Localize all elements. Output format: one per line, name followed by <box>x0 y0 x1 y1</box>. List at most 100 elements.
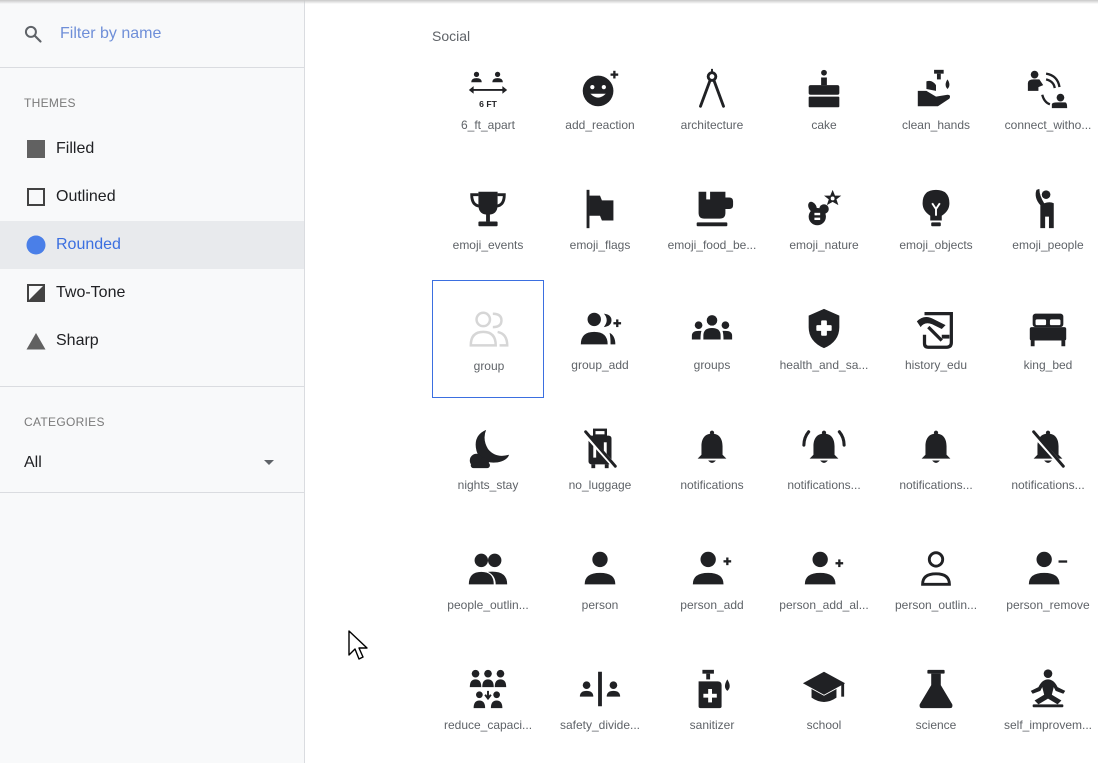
king-bed-icon <box>1029 313 1067 347</box>
person-icon <box>584 551 616 585</box>
category-select-value: All <box>24 454 42 471</box>
icon-tile[interactable]: person_add_al... <box>768 520 880 638</box>
flask-icon <box>919 669 953 709</box>
clean-hands-icon <box>917 69 951 107</box>
icon-tile-label: science <box>915 718 957 732</box>
icon-tile[interactable]: emoji_food_be... <box>656 160 768 278</box>
icon-tile-label: add_reaction <box>565 118 635 132</box>
icon-tile-label: person_add <box>680 598 744 612</box>
icon-tile-label: nights_stay <box>457 478 519 492</box>
icon-tile[interactable]: person_add <box>656 520 768 638</box>
theme-item-outlined[interactable]: Outlined <box>0 173 304 221</box>
bell-off-icon <box>1028 429 1066 469</box>
icon-tile[interactable]: emoji_people <box>992 160 1098 278</box>
icon-tile[interactable]: self_improvem... <box>992 640 1098 758</box>
lightbulb-icon <box>922 189 950 227</box>
icon-tile[interactable]: no_luggage <box>544 400 656 518</box>
cake-icon <box>808 69 840 108</box>
two-tone-square-icon <box>26 283 46 303</box>
icon-tile[interactable]: king_bed <box>992 280 1098 398</box>
mouse-cursor-icon <box>348 630 368 660</box>
icon-tile[interactable]: group <box>432 280 544 398</box>
icon-tile[interactable]: history_edu <box>880 280 992 398</box>
icon-tile-label: person_remove <box>1006 598 1090 612</box>
icon-tile-label: cake <box>811 118 837 132</box>
icon-tile-label: person <box>581 598 619 612</box>
icon-tile-label: emoji_flags <box>569 238 631 252</box>
icon-tile[interactable]: notifications... <box>992 400 1098 518</box>
outlined-square-icon <box>26 187 46 207</box>
icon-tile-label: person_outlin... <box>894 598 978 612</box>
people-outline-icon <box>468 553 508 585</box>
icon-tile[interactable]: groups <box>656 280 768 398</box>
icon-tile-label: safety_divide... <box>559 718 641 732</box>
icon-tile[interactable]: emoji_flags <box>544 160 656 278</box>
six-ft-apart-icon: 6 FT <box>468 71 508 109</box>
icon-tile[interactable]: notifications... <box>768 400 880 518</box>
icon-tile-label: notifications... <box>787 478 861 492</box>
icon-grid-panel: Social 6 FT 6_ft_apart add_reaction archite… <box>305 0 1098 763</box>
icon-tile-label: emoji_food_be... <box>667 238 757 252</box>
icon-tile[interactable]: add_reaction <box>544 40 656 158</box>
theme-item-filled[interactable]: Filled <box>0 125 304 173</box>
icon-tile[interactable]: emoji_objects <box>880 160 992 278</box>
icon-tile[interactable]: notifications <box>656 400 768 518</box>
flag-icon <box>586 189 614 229</box>
theme-item-sharp[interactable]: Sharp <box>0 317 304 365</box>
moon-cloud-icon <box>469 429 510 469</box>
search-bar <box>0 0 304 68</box>
meditation-icon <box>1030 669 1066 708</box>
icon-tile[interactable]: safety_divide... <box>544 640 656 758</box>
icon-tile-label: history_edu <box>904 358 968 372</box>
icon-tile[interactable]: notifications... <box>880 400 992 518</box>
dropdown-arrow-icon <box>264 460 274 465</box>
icon-tile[interactable]: emoji_nature <box>768 160 880 278</box>
icon-tile-label: architecture <box>680 118 744 132</box>
groups-icon <box>691 315 733 340</box>
icon-tile[interactable]: person <box>544 520 656 638</box>
icon-tile-label: emoji_nature <box>789 238 859 252</box>
icon-tile[interactable]: science <box>880 640 992 758</box>
theme-item-two-tone[interactable]: Two-Tone <box>0 269 304 317</box>
history-edu-icon <box>916 312 953 349</box>
icon-tile[interactable]: connect_witho... <box>992 40 1098 158</box>
top-shadow <box>0 0 1098 4</box>
icon-tile[interactable]: cake <box>768 40 880 158</box>
icon-tile-label: emoji_events <box>452 238 524 252</box>
icon-tile[interactable]: nights_stay <box>432 400 544 518</box>
architecture-icon <box>699 68 725 108</box>
circle-icon <box>26 235 46 255</box>
category-select[interactable]: All <box>0 440 304 484</box>
nature-icon <box>808 189 842 226</box>
icon-tile[interactable]: group_add <box>544 280 656 398</box>
search-icon <box>24 25 42 43</box>
icon-tile[interactable]: person_outlin... <box>880 520 992 638</box>
connect-without-contact-icon <box>1027 70 1068 109</box>
icon-tile-label: group_add <box>571 358 629 372</box>
theme-item-label: Filled <box>56 140 95 157</box>
icon-tile-label: clean_hands <box>901 118 971 132</box>
icon-tile-label: group <box>473 359 505 373</box>
icon-tile[interactable]: health_and_sa... <box>768 280 880 398</box>
icon-tile[interactable]: clean_hands <box>880 40 992 158</box>
search-input[interactable] <box>60 22 290 46</box>
group-add-icon <box>580 312 622 345</box>
icon-tile[interactable]: architecture <box>656 40 768 158</box>
icon-tile-label: 6_ft_apart <box>460 118 516 132</box>
icon-tile[interactable]: sanitizer <box>656 640 768 758</box>
icon-tile-label: king_bed <box>1023 358 1073 372</box>
person-add-alt-icon <box>804 551 844 585</box>
theme-item-rounded[interactable]: Rounded <box>0 221 304 269</box>
divider <box>0 492 304 493</box>
icon-tile[interactable]: 6 FT 6_ft_apart <box>432 40 544 158</box>
icon-tile-label: self_improvem... <box>1003 718 1093 732</box>
icon-tile[interactable]: emoji_events <box>432 160 544 278</box>
icon-tile[interactable]: person_remove <box>992 520 1098 638</box>
icon-tile[interactable]: school <box>768 640 880 758</box>
icon-tile[interactable]: people_outlin... <box>432 520 544 638</box>
icon-tile[interactable]: reduce_capaci... <box>432 640 544 758</box>
no-luggage-icon <box>580 428 618 469</box>
bell-none-icon <box>921 430 951 463</box>
filled-square-icon <box>26 139 46 159</box>
icon-browser-app: THEMES Filled Outlined Rounded Two-Tone Shar… <box>0 0 1098 763</box>
